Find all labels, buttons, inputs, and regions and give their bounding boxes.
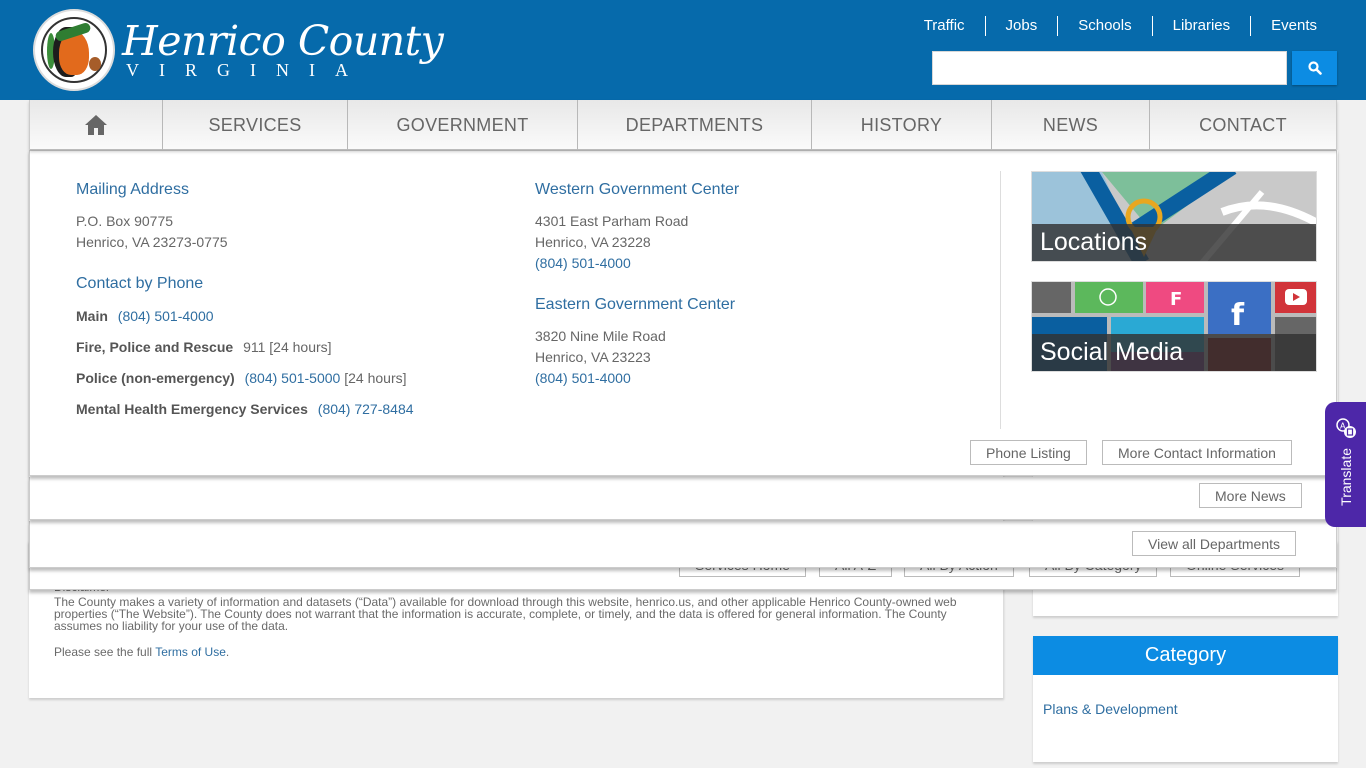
- nav-home[interactable]: [29, 100, 162, 150]
- category-box: Category Plans & Development: [1033, 636, 1338, 762]
- translate-label: Translate: [1337, 448, 1354, 506]
- phone-link[interactable]: (804) 501-4000: [118, 308, 214, 324]
- terms-of-use-link[interactable]: Terms of Use: [155, 645, 226, 659]
- nav-news[interactable]: NEWS: [991, 100, 1149, 150]
- mailing-address-title: Mailing Address: [76, 181, 189, 198]
- svg-text:f: f: [1231, 298, 1245, 333]
- departments-dropdown-panel: View all Departments: [29, 521, 1337, 568]
- phone-row-mental-health: Mental Health Emergency Services (804) 7…: [76, 400, 496, 419]
- top-link-events[interactable]: Events: [1250, 16, 1336, 36]
- top-link-traffic[interactable]: Traffic: [904, 16, 985, 36]
- locations-label: Locations: [1032, 224, 1316, 261]
- phone-row-police: Police (non-emergency) (804) 501-5000 [2…: [76, 369, 496, 388]
- government-centers-section: Western Government Center 4301 East Parh…: [535, 181, 935, 389]
- western-center-title: Western Government Center: [535, 181, 740, 198]
- disclaimer: The County makes a variety of informatio…: [54, 596, 984, 672]
- nav-history[interactable]: HISTORY: [811, 100, 991, 150]
- eastern-phone-link[interactable]: (804) 501-4000: [535, 368, 935, 389]
- nav-contact[interactable]: CONTACT: [1149, 100, 1337, 150]
- home-icon: [85, 115, 107, 135]
- disclaimer-text: The County makes a variety of informatio…: [54, 595, 957, 633]
- phone-note: [24 hours]: [269, 339, 332, 355]
- phone-row-fire: Fire, Police and Rescue 911 [24 hours]: [76, 338, 496, 357]
- phone-label: Police (non-emergency): [76, 370, 235, 386]
- phone-link[interactable]: (804) 501-5000: [245, 370, 341, 386]
- top-link-schools[interactable]: Schools: [1057, 16, 1151, 36]
- nav-departments[interactable]: DEPARTMENTS: [577, 100, 811, 150]
- search-icon: [1307, 61, 1322, 75]
- mailing-line-1: P.O. Box 90775: [76, 213, 174, 229]
- search-input[interactable]: [932, 51, 1287, 85]
- western-line-1: 4301 East Parham Road: [535, 213, 689, 229]
- phone-note: [24 hours]: [344, 370, 407, 386]
- western-line-2: Henrico, VA 23228: [535, 234, 651, 250]
- terms-suffix: .: [225, 645, 230, 659]
- phone-listing-button[interactable]: Phone Listing: [970, 440, 1087, 465]
- phone-value: 911: [243, 339, 266, 355]
- category-title: Category: [1033, 636, 1338, 675]
- eastern-center-title: Eastern Government Center: [535, 296, 736, 313]
- view-all-departments-button[interactable]: View all Departments: [1132, 531, 1297, 556]
- svg-text:F: F: [1170, 289, 1182, 310]
- logo-subtitle: VIRGINIA: [126, 60, 368, 80]
- phone-label: Mental Health Emergency Services: [76, 401, 308, 417]
- social-media-tile[interactable]: F f Social Media: [1031, 281, 1317, 372]
- locations-tile[interactable]: Locations: [1031, 171, 1317, 262]
- category-link[interactable]: Plans & Development: [1033, 675, 1338, 717]
- more-contact-information-button[interactable]: More Contact Information: [1102, 440, 1292, 465]
- mailing-line-2: Henrico, VA 23273-0775: [76, 234, 228, 250]
- social-media-label: Social Media: [1032, 334, 1316, 371]
- contact-dropdown-panel: Mailing Address P.O. Box 90775 Henrico, …: [29, 150, 1337, 476]
- terms-line: Please see the full Terms of Use.: [54, 646, 984, 658]
- county-seal-icon[interactable]: [33, 9, 115, 91]
- phone-label: Fire, Police and Rescue: [76, 339, 234, 355]
- site-header: Henrico County VIRGINIA Traffic Jobs Sch…: [0, 0, 1366, 100]
- more-news-button[interactable]: More News: [1199, 483, 1302, 508]
- search-button[interactable]: [1292, 51, 1337, 85]
- phone-row-main: Main (804) 501-4000: [76, 307, 496, 326]
- translate-icon: A: [1335, 418, 1356, 438]
- top-link-libraries[interactable]: Libraries: [1151, 16, 1251, 36]
- top-link-jobs[interactable]: Jobs: [984, 16, 1058, 36]
- mailing-address-section: Mailing Address P.O. Box 90775 Henrico, …: [76, 181, 496, 431]
- contact-by-phone-title: Contact by Phone: [76, 275, 204, 292]
- phone-label: Main: [76, 308, 108, 324]
- terms-prefix: Please see the full: [54, 645, 156, 659]
- main-nav: SERVICES GOVERNMENT DEPARTMENTS HISTORY …: [29, 100, 1337, 150]
- translate-button[interactable]: A Translate: [1325, 402, 1366, 527]
- phone-link[interactable]: (804) 727-8484: [318, 401, 414, 417]
- nav-services[interactable]: SERVICES: [162, 100, 347, 150]
- eastern-line-2: Henrico, VA 23223: [535, 349, 651, 365]
- nav-government[interactable]: GOVERNMENT: [347, 100, 577, 150]
- western-phone-link[interactable]: (804) 501-4000: [535, 253, 935, 274]
- top-links: Traffic Jobs Schools Libraries Events: [904, 16, 1336, 36]
- logo-title[interactable]: Henrico County: [122, 18, 444, 64]
- eastern-line-1: 3820 Nine Mile Road: [535, 328, 666, 344]
- column-divider: [1000, 171, 1001, 429]
- news-dropdown-panel: More News: [29, 477, 1337, 520]
